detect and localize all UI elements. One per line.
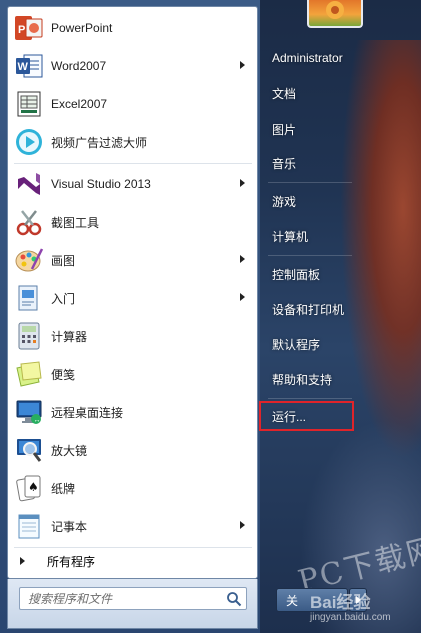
program-label: 画图 (51, 253, 76, 268)
right-item-games[interactable]: 游戏 (258, 187, 364, 215)
svg-text:↔: ↔ (34, 417, 41, 424)
expand-arrow-icon (20, 557, 25, 565)
word-icon: W (13, 50, 45, 82)
search-box[interactable] (19, 587, 247, 610)
svg-text:W: W (18, 61, 29, 73)
program-item-calculator[interactable]: 计算器 (8, 317, 257, 355)
all-programs-label: 所有程序 (47, 554, 96, 569)
snipping-tool-icon (13, 206, 45, 238)
right-item-computer[interactable]: 计算机 (258, 222, 364, 250)
right-item-pictures[interactable]: 图片 (258, 115, 364, 143)
magnifier-icon (13, 434, 45, 466)
search-input[interactable] (28, 588, 228, 609)
program-label: Visual Studio 2013 (51, 177, 151, 191)
divider (268, 182, 352, 183)
program-label: 截图工具 (51, 215, 100, 230)
flower-picture-icon (326, 1, 344, 19)
watermark-baidu: Bai经验 (310, 593, 371, 612)
program-label: 远程桌面连接 (51, 405, 124, 420)
search-strip (7, 579, 258, 629)
right-item-devices-printers[interactable]: 设备和打印机 (258, 295, 364, 323)
getting-started-icon (13, 282, 45, 314)
right-item-user[interactable]: Administrator (258, 44, 364, 72)
solitaire-icon: ♠ (13, 472, 45, 504)
program-item-visual-studio[interactable]: Visual Studio 2013 (8, 165, 257, 203)
shutdown-label: 关 (286, 593, 299, 608)
paint-icon (13, 244, 45, 276)
program-label: 入门 (51, 291, 76, 306)
program-item-word2007[interactable]: W Word2007 (8, 47, 257, 85)
program-label: 便笺 (51, 367, 76, 382)
visual-studio-icon (13, 168, 45, 200)
program-label: Word2007 (51, 59, 107, 73)
powerpoint-icon: P (13, 12, 45, 44)
submenu-arrow-icon[interactable] (240, 255, 245, 263)
video-ad-filter-icon (13, 126, 45, 158)
submenu-arrow-icon[interactable] (240, 61, 245, 69)
program-item-getting-started[interactable]: 入门 (8, 279, 257, 317)
search-icon[interactable] (226, 591, 242, 610)
program-label: 放大镜 (51, 443, 88, 458)
divider (14, 163, 252, 164)
right-item-music[interactable]: 音乐 (258, 149, 364, 177)
program-label: 记事本 (51, 519, 88, 534)
submenu-arrow-icon[interactable] (240, 179, 245, 187)
program-item-excel2007[interactable]: Excel2007 (8, 85, 257, 123)
excel-icon (13, 88, 45, 120)
program-item-snipping-tool[interactable]: 截图工具 (8, 203, 257, 241)
remote-desktop-icon: ↔ (13, 396, 45, 428)
user-picture[interactable] (307, 0, 363, 28)
svg-text:♠: ♠ (28, 480, 39, 494)
svg-text:P: P (18, 24, 25, 36)
sticky-notes-icon (13, 358, 45, 390)
right-item-default-programs[interactable]: 默认程序 (258, 330, 364, 358)
program-item-paint[interactable]: 画图 (8, 241, 257, 279)
program-label: 纸牌 (51, 481, 76, 496)
program-item-powerpoint[interactable]: P PowerPoint (8, 9, 257, 47)
program-label: 计算器 (51, 329, 88, 344)
watermark-url: jingyan.baidu.com (310, 612, 391, 623)
notepad-icon (13, 510, 45, 542)
program-item-video-ad-filter[interactable]: 视频广告过滤大师 (8, 123, 257, 161)
program-item-sticky-notes[interactable]: 便笺 (8, 355, 257, 393)
all-programs-button[interactable]: 所有程序 (8, 549, 257, 573)
run-highlight-box (259, 401, 354, 431)
programs-pane: P PowerPoint W Word2007 Excel2007 视频广告过滤… (7, 6, 258, 579)
program-item-notepad[interactable]: 记事本 (8, 507, 257, 545)
submenu-arrow-icon[interactable] (240, 521, 245, 529)
program-label: 视频广告过滤大师 (51, 135, 148, 150)
divider (14, 547, 252, 548)
program-item-remote-desktop[interactable]: ↔ 远程桌面连接 (8, 393, 257, 431)
program-label: Excel2007 (51, 97, 108, 111)
submenu-arrow-icon[interactable] (240, 293, 245, 301)
right-item-control-panel[interactable]: 控制面板 (258, 260, 364, 288)
divider (268, 398, 352, 399)
program-item-solitaire[interactable]: ♠ 纸牌 (8, 469, 257, 507)
program-label: PowerPoint (51, 21, 113, 35)
right-item-help-support[interactable]: 帮助和支持 (258, 365, 364, 393)
program-item-magnifier[interactable]: 放大镜 (8, 431, 257, 469)
right-item-documents[interactable]: 文档 (258, 79, 364, 107)
calculator-icon (13, 320, 45, 352)
divider (268, 255, 352, 256)
